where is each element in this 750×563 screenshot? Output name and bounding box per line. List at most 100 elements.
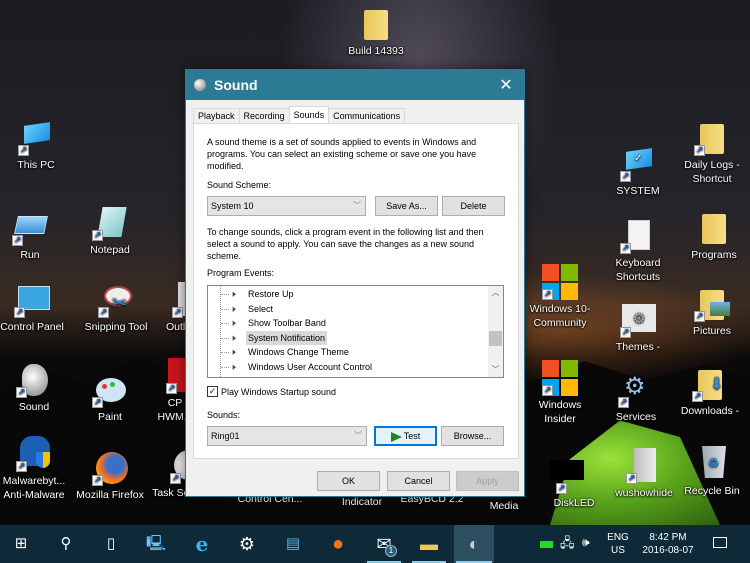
title-bar[interactable]: Sound ✕ (186, 70, 524, 100)
tab-sounds[interactable]: Sounds (288, 106, 330, 123)
taskbar-mail[interactable]: ✉ 1 (365, 525, 403, 563)
desktop-icon-firefox[interactable]: ↗ Mozilla Firefox (74, 450, 146, 502)
tree-connector (221, 323, 229, 324)
language-code: ENG (607, 532, 629, 543)
cancel-button[interactable]: Cancel (387, 471, 450, 491)
volume-icon[interactable]: 🕪 (582, 536, 590, 549)
cabinet-icon: ↗ (626, 448, 662, 484)
themes-gears-icon: ⚙ ↗ (620, 302, 656, 338)
desktop-icon-services[interactable]: ⚙ ↗ Services (600, 372, 672, 424)
apply-button[interactable]: Apply (456, 471, 519, 491)
clock-time: 8:42 PM (649, 532, 687, 543)
tab-playback[interactable]: Playback (193, 108, 240, 123)
desktop-icon-cpuid-hwmonitor[interactable]: ↗ CP HWM... (150, 358, 190, 424)
desktop-icon-wushowhide[interactable]: ↗ wushowhide (608, 448, 680, 500)
control-panel-icon: ↗ (14, 282, 50, 318)
list-item-restore-up[interactable]: 🕨 Restore Up (208, 287, 503, 302)
checkmark-icon[interactable]: ✓ (207, 386, 218, 397)
list-item-windows-user-account-control[interactable]: 🕨 Windows User Account Control (208, 360, 503, 375)
windows-logo-icon: ↗ (542, 264, 578, 300)
windows-logo-icon: ↗ (542, 360, 578, 396)
diskled-icon: ↗ (550, 458, 592, 494)
desktop-icon-control-panel[interactable]: ↗ Control Panel (0, 282, 68, 334)
test-button-label: Test (403, 431, 421, 441)
desktop-icon-recycle-bin[interactable]: ♻ Recycle Bin (676, 446, 748, 498)
speaker-icon: 🕨 (230, 303, 236, 314)
desktop-icon-windows-insider[interactable]: ↗ Windows Insider (524, 360, 596, 426)
desktop-icon-pictures[interactable]: ↗ Pictures (676, 286, 748, 338)
desktop-icon-windows-10-community[interactable]: ↗ Windows 10- Community (524, 264, 596, 330)
chevron-down-icon: ﹀ (353, 201, 361, 210)
desktop-icon-system[interactable]: ✓ ↗ SYSTEM (602, 146, 674, 198)
task-view-button[interactable]: ▯ (92, 525, 130, 563)
test-button[interactable]: Test (374, 426, 437, 446)
tab-recording[interactable]: Recording (238, 108, 290, 123)
desktop-icon-this-pc[interactable]: ↗ This PC (0, 120, 72, 172)
event-label: Select (248, 303, 274, 314)
desktop-icon-daily-logs[interactable]: ↗ Daily Logs - Shortcut (676, 120, 748, 186)
close-button[interactable]: ✕ (496, 75, 516, 95)
disk-led-indicator[interactable] (540, 541, 553, 548)
scroll-down-arrow-icon[interactable]: ﹀ (488, 363, 503, 377)
search-icon: ⚲ (60, 535, 72, 552)
desktop-icon-paint[interactable]: ↗ Paint (74, 372, 146, 424)
list-item-windows-change-theme[interactable]: 🕨 Windows Change Theme (208, 345, 503, 360)
list-item-show-toolbar-band[interactable]: 🕨 Show Toolbar Band (208, 316, 503, 331)
taskbar-firefox[interactable]: ● (319, 525, 357, 563)
desktop-icon-build-14393[interactable]: Build 14393 (340, 6, 412, 58)
desktop-icon-diskled[interactable]: ↗ DiskLED (538, 458, 610, 510)
recycle-bin-icon: ♻ (694, 446, 730, 482)
taskbar: ⊞ ⚲ ▯ 🖳 e ⚙ ▤ ● ✉ 1 ▬ ◐ 🖧 🕪 ENG US 8:42 P… (0, 525, 750, 563)
taskbar-internet-explorer[interactable]: e (183, 525, 221, 563)
desktop-icon-indicator[interactable]: Indicator (326, 495, 398, 509)
region-code: US (611, 545, 625, 556)
desktop-icon-downloads[interactable]: ⬇ ↗ Downloads - (674, 366, 746, 418)
language-indicator[interactable]: ENG US (604, 531, 632, 557)
list-item-system-notification[interactable]: 🕨 System Notification (208, 330, 503, 346)
desktop-icon-media[interactable]: Media (468, 499, 540, 513)
event-label: System Notification (246, 330, 328, 345)
taskbar-file-explorer[interactable]: ▬ (410, 525, 448, 563)
list-item-select[interactable]: 🕨 Select (208, 302, 503, 317)
browse-button[interactable]: Browse... (441, 426, 504, 446)
desktop-icon-notepad[interactable]: ↗ Notepad (74, 205, 146, 257)
desktop-icon-sound[interactable]: ↗ Sound (0, 362, 70, 414)
taskbar-sound[interactable]: ◐ (454, 525, 494, 563)
tree-connector (221, 294, 229, 295)
action-center-button[interactable] (708, 535, 732, 553)
desktop-icon-run[interactable]: ↗ Run (0, 210, 66, 262)
folder-icon: ↗ (694, 286, 730, 322)
events-scrollbar[interactable]: ︿ ﹀ (488, 286, 503, 377)
network-icon[interactable]: 🖧 (560, 536, 575, 549)
save-as-button[interactable]: Save As... (375, 196, 438, 216)
search-button[interactable]: ⚲ (47, 525, 85, 563)
sound-scheme-dropdown[interactable]: System 10 ﹀ (207, 196, 366, 216)
sound-scheme-label: Sound Scheme: (207, 180, 272, 190)
program-events-list[interactable]: 🕨 Restore Up 🕨 Select 🕨 Show Toolbar Ban… (207, 285, 504, 378)
desktop-icon-malwarebytes[interactable]: ↗ Malwarebyt... Anti-Malware (0, 436, 70, 502)
taskbar-control-panel[interactable]: ▤ (274, 525, 312, 563)
desktop-icon-outlook[interactable]: ↗ Outl... (150, 282, 190, 334)
tab-communications[interactable]: Communications (328, 108, 406, 123)
desktop-icon-programs[interactable]: Programs (678, 210, 750, 262)
windows-start-icon: ⊞ (14, 535, 28, 552)
scrollbar-thumb[interactable] (489, 331, 502, 346)
clock[interactable]: 8:42 PM 2016-08-07 (638, 531, 698, 557)
desktop-icon-snipping-tool[interactable]: ✂ ↗ Snipping Tool (80, 282, 152, 334)
ok-button[interactable]: OK (317, 471, 380, 491)
play-icon (390, 431, 402, 442)
delete-button[interactable]: Delete (442, 196, 505, 216)
start-button[interactable]: ⊞ (2, 525, 40, 563)
speaker-icon: 🕨 (230, 332, 236, 343)
sounds-dropdown[interactable]: Ring01 ﹀ (207, 426, 367, 446)
event-label: Windows User Account Control (248, 361, 373, 372)
dialog-title: Sound (214, 77, 258, 93)
taskbar-this-pc[interactable]: 🖳 (137, 525, 175, 563)
desktop-icon-keyboard-shortcuts[interactable]: ↗ Keyboard Shortcuts (602, 218, 674, 284)
clock-date: 2016-08-07 (642, 545, 694, 556)
play-startup-sound-checkbox[interactable]: ✓ Play Windows Startup sound (207, 386, 336, 397)
desktop-icon-themes[interactable]: ⚙ ↗ Themes - (602, 302, 674, 354)
taskbar-settings[interactable]: ⚙ (228, 525, 266, 563)
folder-download-icon: ⬇ ↗ (692, 366, 728, 402)
scroll-up-arrow-icon[interactable]: ︿ (488, 286, 503, 300)
